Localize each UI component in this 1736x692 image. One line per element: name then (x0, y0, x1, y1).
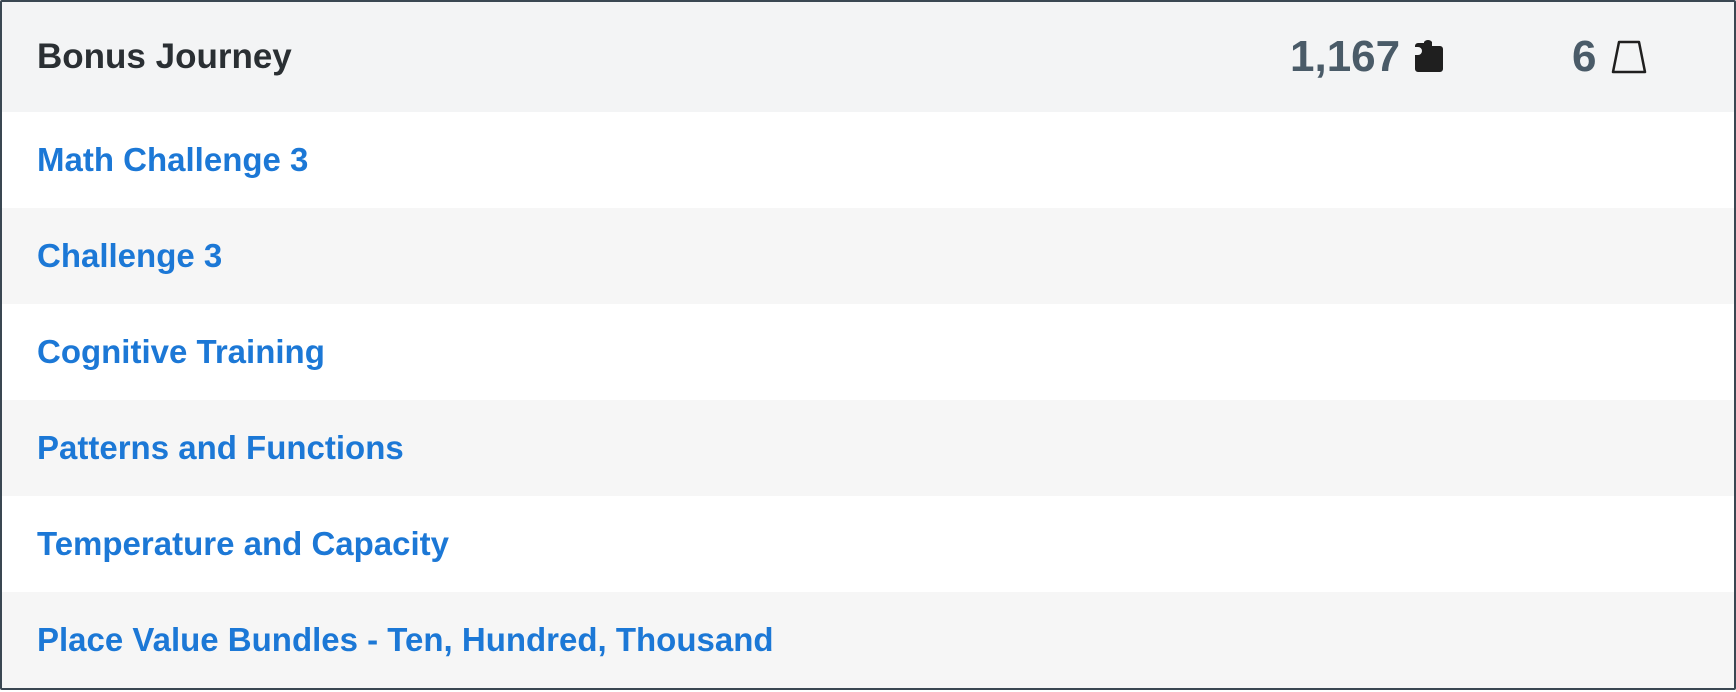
list-item: Math Challenge 3 (2, 112, 1734, 208)
list-item: Cognitive Training (2, 304, 1734, 400)
panel-title: Bonus Journey (37, 37, 292, 76)
levels-stat: 6 (1572, 32, 1648, 82)
levels-count: 6 (1572, 32, 1597, 81)
list-item-link[interactable]: Math Challenge 3 (37, 141, 308, 179)
panel-header: Bonus Journey 1,167 6 (2, 2, 1734, 112)
list-item-link[interactable]: Temperature and Capacity (37, 525, 449, 563)
trapezoid-icon (1610, 39, 1648, 75)
journey-list: Math Challenge 3 Challenge 3 Cognitive T… (2, 112, 1734, 688)
puzzle-piece-icon (1414, 40, 1444, 74)
list-item: Challenge 3 (2, 208, 1734, 304)
list-item-link[interactable]: Challenge 3 (37, 237, 222, 275)
list-item-link[interactable]: Cognitive Training (37, 333, 325, 371)
list-item: Patterns and Functions (2, 400, 1734, 496)
bonus-journey-panel: Bonus Journey 1,167 6 Math Challenge 3 C… (0, 0, 1736, 690)
list-item-link[interactable]: Place Value Bundles - Ten, Hundred, Thou… (37, 621, 774, 659)
list-item-link[interactable]: Patterns and Functions (37, 429, 404, 467)
list-item: Temperature and Capacity (2, 496, 1734, 592)
pieces-stat: 1,167 (1290, 32, 1444, 82)
list-item: Place Value Bundles - Ten, Hundred, Thou… (2, 592, 1734, 688)
pieces-count: 1,167 (1290, 32, 1401, 81)
